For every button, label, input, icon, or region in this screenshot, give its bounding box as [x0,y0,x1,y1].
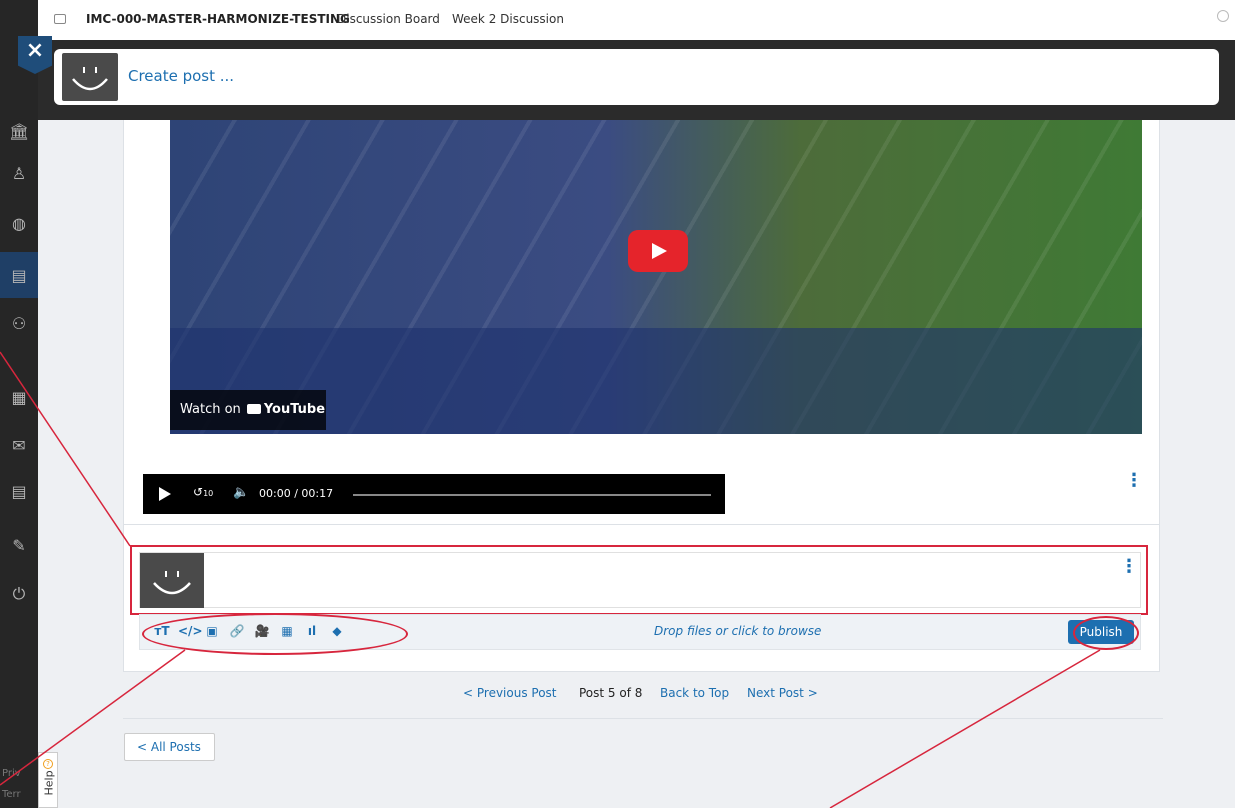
skip-back-label: 10 [203,489,214,498]
audio-time: 00:00 / 00:17 [259,487,334,500]
create-post-input[interactable]: Create post ... [128,67,234,85]
audio-player: ↺10 🔈 00:00 / 00:17 [143,474,725,514]
profile-icon[interactable]: ♙ [9,164,29,184]
breadcrumb-topic: Week 2 Discussion [452,12,564,26]
annotation-publish-ellipse [1073,616,1139,650]
courses-icon[interactable]: ▤ [9,266,29,286]
create-post-avatar [62,53,118,101]
all-posts-button[interactable]: < All Posts [124,733,215,761]
audio-progress-track[interactable] [353,494,711,496]
annotation-reply-box [130,545,1148,615]
skip-back-icon[interactable]: ↺10 [193,485,213,499]
discussion-icon [54,14,66,24]
messages-icon[interactable]: ✉ [9,436,29,456]
watch-on-label: Watch on [180,402,241,417]
annotation-line-publish [829,649,1101,808]
institution-icon[interactable]: 🏛 [9,122,29,142]
left-nav: 🏛 ♙ ◍ ▤ ⚇ ▦ ✉ ▤ ✎ ⏻ Priv Terr [0,0,38,808]
terms-link[interactable]: Terr [2,789,21,800]
groups-icon[interactable]: ⚇ [9,314,29,334]
sign-out-icon[interactable]: ⏻ [9,584,29,604]
calendar-icon[interactable]: ▦ [9,388,29,408]
back-to-top-link[interactable]: Back to Top [660,686,729,700]
tools-icon[interactable]: ✎ [9,536,29,556]
divider [124,524,1159,525]
topbar-close-icon[interactable] [1217,10,1229,22]
breadcrumb-course[interactable]: IMC-000-MASTER-HARMONIZE-TESTING [86,12,350,26]
post-options-icon[interactable]: ⋮ [1125,470,1143,491]
create-post-bar[interactable]: Create post ... [54,49,1219,105]
divider [123,718,1163,719]
globe-icon[interactable]: ◍ [9,214,29,234]
youtube-play-icon[interactable] [628,230,688,272]
breadcrumb-discussion-board[interactable]: Discussion Board [337,12,440,26]
grades-icon[interactable]: ▤ [9,482,29,502]
post-count: Post 5 of 8 [579,686,643,700]
youtube-brand: YouTube [263,402,326,417]
annotation-toolbar-ellipse [142,613,408,655]
smiley-icon [72,67,108,91]
help-label: Help [42,770,56,796]
embedded-video[interactable]: Watch on YouTube [170,108,1142,434]
volume-icon[interactable]: 🔈 [233,485,249,500]
breadcrumb: IMC-000-MASTER-HARMONIZE-TESTING Discuss… [38,0,1235,40]
youtube-logo-icon [246,404,261,414]
help-tab[interactable]: ? Help [38,752,58,808]
privacy-link[interactable]: Priv [2,768,21,779]
previous-post-link[interactable]: < Previous Post [463,686,557,700]
next-post-link[interactable]: Next Post > [747,686,818,700]
watch-on-youtube[interactable]: Watch on YouTube [170,390,326,430]
play-icon[interactable] [159,487,171,501]
drop-files-area[interactable]: Drop files or click to browse [654,624,821,638]
